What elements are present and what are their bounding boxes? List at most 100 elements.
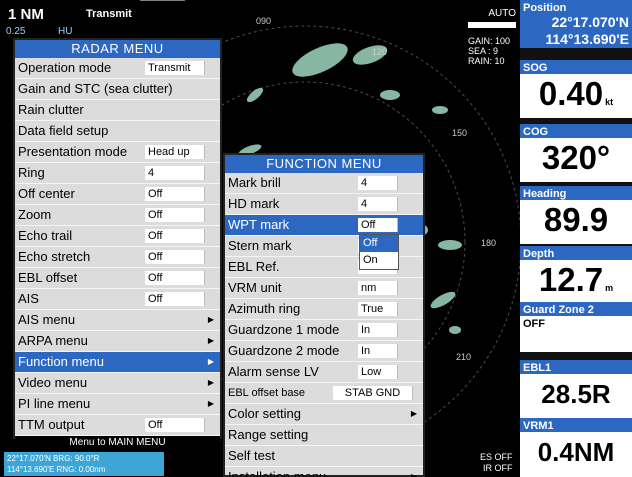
cursor-line-2: 114°13.690'E RNG: 0.00nm: [7, 465, 106, 474]
function-menu: FUNCTION MENU Mark brill 4 HD mark 4 WPT m…: [223, 153, 425, 477]
menu-item-wpt-mark[interactable]: WPT mark Off: [225, 215, 423, 236]
guard-zone-title: Guard Zone 2: [520, 302, 632, 316]
menu-item-pi-line-menu[interactable]: PI line menu ▶: [15, 394, 220, 415]
gain-settings: GAIN: 100 SEA : 9 RAIN: 10: [468, 36, 520, 66]
depth-number: 12.7: [538, 261, 604, 298]
menu-item-function-menu[interactable]: Function menu ▶: [15, 352, 220, 373]
menu-item-operation-mode[interactable]: Operation mode Transmit: [15, 58, 220, 79]
menu-item-ebl-offset[interactable]: EBL offset Off: [15, 268, 220, 289]
vrm-value: 0.4NM: [520, 432, 632, 477]
ebl-title: EBL1: [520, 360, 632, 374]
cog-title: COG: [520, 124, 632, 138]
sog-value: 0.40 kt: [520, 74, 632, 118]
alarm-sense-lv-value[interactable]: Low: [358, 365, 398, 379]
cog-value: 320°: [520, 138, 632, 182]
menu-item-ais[interactable]: AIS Off: [15, 289, 220, 310]
rain-value: RAIN: 10: [468, 56, 505, 66]
menu-item-guardzone-2-mode[interactable]: Guardzone 2 mode In: [225, 341, 423, 362]
es-ir-status: ES OFF IR OFF: [480, 452, 513, 474]
dropdown-option-off[interactable]: Off: [360, 235, 398, 252]
off-center-value[interactable]: Off: [145, 187, 205, 201]
menu-item-range-setting[interactable]: Range setting: [225, 425, 423, 446]
menu-item-hd-mark[interactable]: HD mark 4: [225, 194, 423, 215]
presentation-mode-value[interactable]: Head up: [145, 145, 205, 159]
latitude: 22°17.070'N: [551, 14, 629, 30]
vrm-title: VRM1: [520, 418, 632, 432]
wpt-mark-value[interactable]: Off: [358, 218, 398, 232]
vrm-unit-value[interactable]: nm: [358, 281, 398, 295]
radar-screen: 1 NM Transmit 0.25 HU 090 120 150 180 21…: [0, 0, 632, 477]
sog-unit: kt: [605, 97, 614, 107]
chevron-right-icon: ▶: [207, 315, 214, 324]
chevron-right-icon: ▶: [410, 409, 417, 418]
menu-item-azimuth-ring[interactable]: Azimuth ring True: [225, 299, 423, 320]
menu-item-guardzone-1-mode[interactable]: Guardzone 1 mode In: [225, 320, 423, 341]
bearing-label-180: 180: [481, 238, 497, 248]
menu-item-self-test[interactable]: Self test: [225, 446, 423, 467]
menu-item-ais-menu[interactable]: AIS menu ▶: [15, 310, 220, 331]
gain-bar: [468, 22, 516, 28]
hd-mark-value[interactable]: 4: [358, 197, 398, 211]
sog-number: 0.40: [538, 75, 604, 112]
menu-item-arpa-menu[interactable]: ARPA menu ▶: [15, 331, 220, 352]
ebl-box: EBL1 28.5R: [520, 360, 632, 418]
echo-trail-value[interactable]: Off: [145, 229, 205, 243]
sog-title: SOG: [520, 60, 632, 74]
sog-box: SOG 0.40 kt: [520, 60, 632, 118]
wpt-mark-dropdown: Off On: [359, 234, 399, 270]
ebl-offset-value[interactable]: Off: [145, 271, 205, 285]
menu-item-alarm-sense-lv[interactable]: Alarm sense LV Low: [225, 362, 423, 383]
menu-item-echo-trail[interactable]: Echo trail Off: [15, 226, 220, 247]
range-ring-interval: 0.25: [6, 26, 26, 37]
bearing-label-120: 120: [372, 47, 388, 57]
echo-stretch-value[interactable]: Off: [145, 250, 205, 264]
chevron-right-icon: ▶: [207, 357, 214, 366]
menu-item-color-setting[interactable]: Color setting ▶: [225, 404, 423, 425]
cursor-readout: 22°17.070'N BRG: 90.0°R 114°13.690'E RNG…: [4, 452, 164, 476]
bearing-label-210: 210: [456, 352, 472, 362]
menu-item-ebl-offset-base[interactable]: EBL offset base STAB GND: [225, 383, 423, 404]
azimuth-ring-value[interactable]: True: [358, 302, 398, 316]
bearing-label-090: 090: [256, 16, 272, 26]
vrm-box: VRM1 0.4NM: [520, 418, 632, 477]
menu-item-ring[interactable]: Ring 4: [15, 163, 220, 184]
menu-item-mark-brill[interactable]: Mark brill 4: [225, 173, 423, 194]
menu-item-video-menu[interactable]: Video menu ▶: [15, 373, 220, 394]
guardzone-1-mode-value[interactable]: In: [358, 323, 398, 337]
chevron-right-icon: ▶: [207, 336, 214, 345]
gain-value: GAIN: 100: [468, 36, 511, 46]
data-panel: Position 22°17.070'N 114°13.690'E SOG 0.…: [520, 0, 632, 477]
menu-item-data-field-setup[interactable]: Data field setup: [15, 121, 220, 142]
menu-item-vrm-unit[interactable]: VRM unit nm: [225, 278, 423, 299]
menu-item-installation-menu[interactable]: Installation menu ▶: [225, 467, 423, 477]
guardzone-2-mode-value[interactable]: In: [358, 344, 398, 358]
ring-value[interactable]: 4: [145, 166, 205, 180]
chevron-right-icon: ▶: [207, 399, 214, 408]
menu-item-zoom[interactable]: Zoom Off: [15, 205, 220, 226]
heading-box: Heading 89.9: [520, 186, 632, 244]
operation-mode-value[interactable]: Transmit: [145, 61, 205, 75]
ebl-offset-base-value[interactable]: STAB GND: [333, 386, 413, 400]
menu-item-presentation-mode[interactable]: Presentation mode Head up: [15, 142, 220, 163]
position-values: 22°17.070'N 114°13.690'E: [520, 14, 632, 48]
auto-indicator: AUTO: [488, 8, 516, 19]
range-readout: 1 NM: [8, 6, 44, 23]
ttm-output-value[interactable]: Off: [145, 418, 205, 432]
longitude: 114°13.690'E: [545, 31, 629, 47]
position-box: Position 22°17.070'N 114°13.690'E: [520, 0, 632, 48]
transmit-status: Transmit: [86, 8, 132, 20]
guard-zone-value: OFF: [520, 316, 632, 352]
depth-box: Depth 12.7 m: [520, 246, 632, 304]
menu-item-ttm-output[interactable]: TTM output Off: [15, 415, 220, 436]
zoom-value[interactable]: Off: [145, 208, 205, 222]
mark-brill-value[interactable]: 4: [358, 176, 398, 190]
menu-item-echo-stretch[interactable]: Echo stretch Off: [15, 247, 220, 268]
radar-menu-title: RADAR MENU: [15, 40, 220, 58]
ir-status: IR OFF: [483, 463, 513, 473]
menu-item-off-center[interactable]: Off center Off: [15, 184, 220, 205]
menu-item-gain-stc[interactable]: Gain and STC (sea clutter): [15, 79, 220, 100]
depth-value: 12.7 m: [520, 260, 632, 304]
dropdown-option-on[interactable]: On: [360, 252, 398, 269]
menu-item-rain-clutter[interactable]: Rain clutter: [15, 100, 220, 121]
ais-value[interactable]: Off: [145, 292, 205, 306]
